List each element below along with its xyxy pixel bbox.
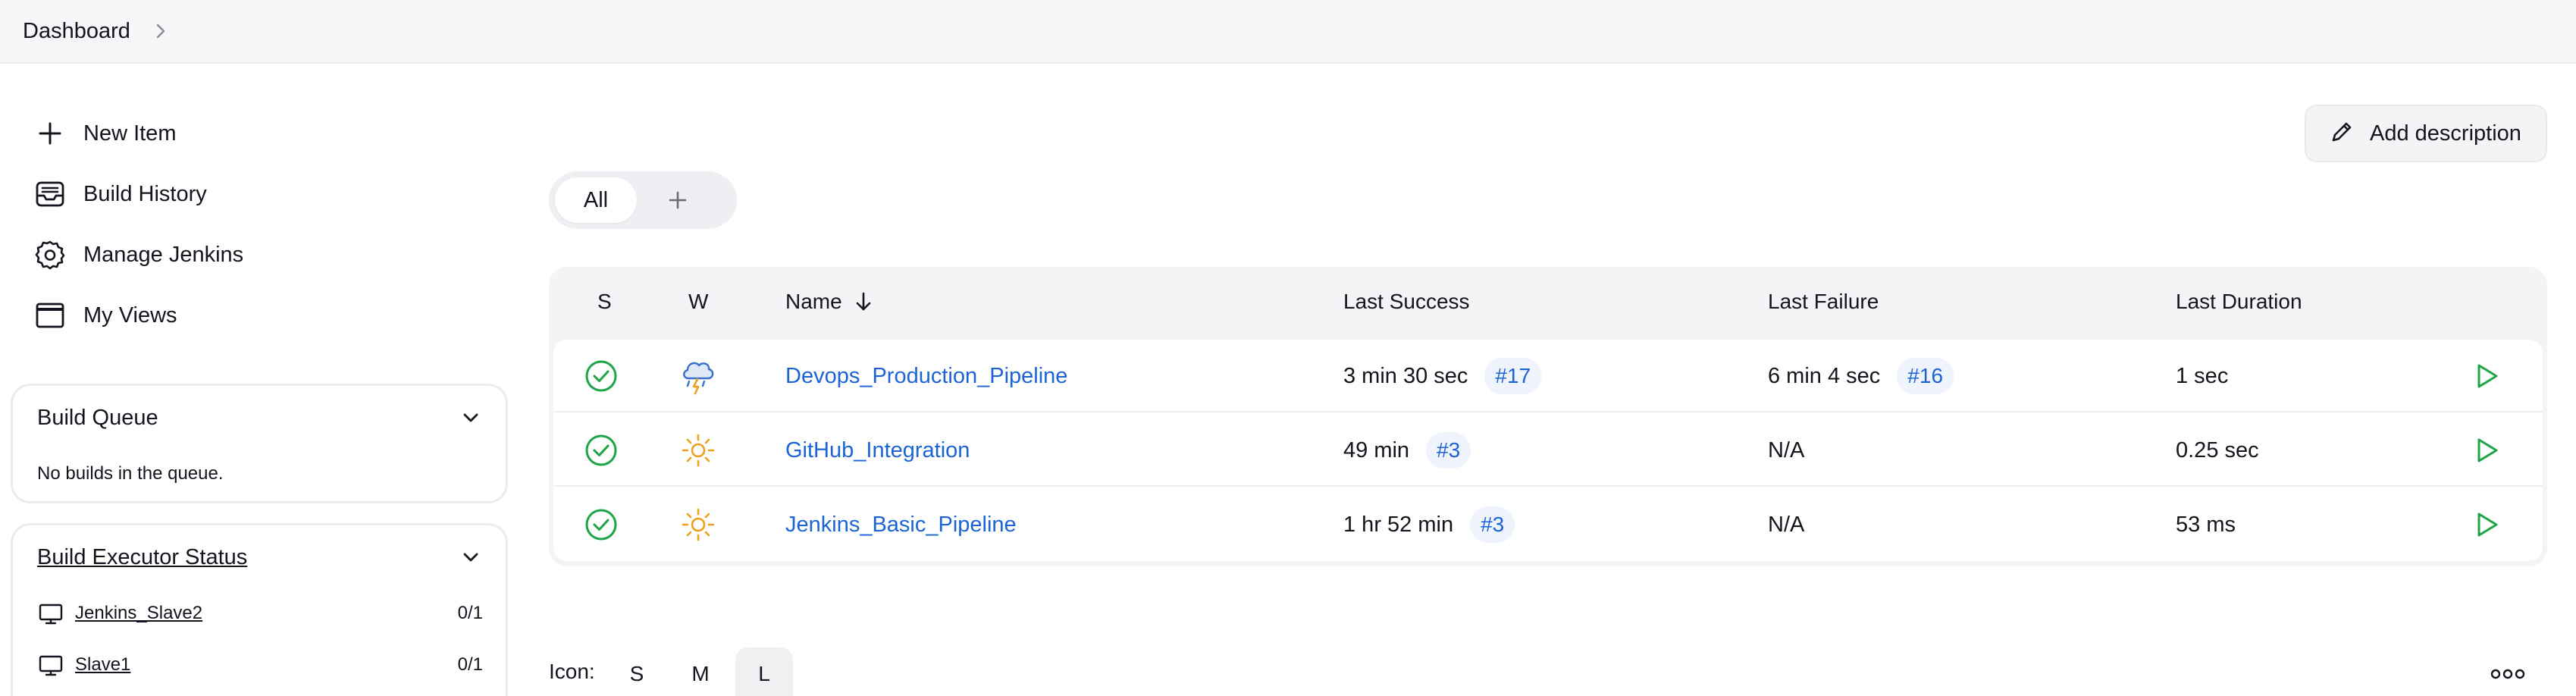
gear-icon xyxy=(33,238,67,271)
last-failure-time: N/A xyxy=(1768,512,1805,537)
sunny-icon xyxy=(681,488,716,561)
executor-row: Slave1 0/1 xyxy=(37,650,483,680)
pencil-icon xyxy=(2329,119,2355,149)
last-failure-time: 6 min 4 sec xyxy=(1768,363,1881,388)
jobs-table-body: Devops_Production_Pipeline 3 min 30 sec … xyxy=(553,340,2543,561)
computer-icon xyxy=(37,651,64,679)
header-last-duration[interactable]: Last Duration xyxy=(2176,290,2302,314)
job-link[interactable]: GitHub_Integration xyxy=(785,438,970,463)
task-manage-jenkins[interactable]: Manage Jenkins xyxy=(33,234,243,276)
task-label: My Views xyxy=(83,303,177,328)
last-success-time: 49 min xyxy=(1343,437,1410,462)
build-queue-empty-text: No builds in the queue. xyxy=(37,463,224,484)
header-name-label: Name xyxy=(785,290,842,313)
window-icon xyxy=(33,299,67,332)
executor-row: Jenkins_Slave2 0/1 xyxy=(37,598,483,629)
run-build-button[interactable] xyxy=(2471,488,2502,561)
job-link[interactable]: Jenkins_Basic_Pipeline xyxy=(785,513,1017,538)
last-success-time: 1 hr 52 min xyxy=(1343,512,1454,537)
play-icon xyxy=(2477,438,2498,462)
computer-icon xyxy=(37,600,64,627)
run-build-button[interactable] xyxy=(2471,340,2502,412)
table-row: Devops_Production_Pipeline 3 min 30 sec … xyxy=(553,340,2543,412)
add-view-icon[interactable] xyxy=(664,187,691,214)
build-queue-title: Build Queue xyxy=(37,406,158,430)
icon-size-label: Icon: xyxy=(549,660,595,683)
header-weather[interactable]: W xyxy=(688,290,708,314)
build-number-link[interactable]: #16 xyxy=(1897,358,1954,394)
header-status[interactable]: S xyxy=(597,290,612,314)
chevron-down-icon[interactable] xyxy=(459,406,483,430)
task-label: New Item xyxy=(83,121,177,146)
job-link[interactable]: Devops_Production_Pipeline xyxy=(785,364,1067,389)
table-row: Jenkins_Basic_Pipeline 1 hr 52 min #3 N/… xyxy=(553,488,2543,561)
executor-count: 0/1 xyxy=(457,654,483,675)
sunny-icon xyxy=(681,414,716,487)
plus-icon xyxy=(33,117,67,150)
inbox-icon xyxy=(33,177,67,211)
last-success-time: 3 min 30 sec xyxy=(1343,363,1468,388)
task-new-item[interactable]: New Item xyxy=(33,112,176,155)
executor-node-link[interactable]: Jenkins_Slave2 xyxy=(75,603,202,624)
view-tabs: All xyxy=(549,171,737,229)
last-duration: 0.25 sec xyxy=(2176,437,2259,462)
add-description-button[interactable]: Add description xyxy=(2305,105,2547,162)
status-success-icon xyxy=(584,414,619,487)
arrow-down-icon xyxy=(856,292,871,311)
thunderstorm-icon xyxy=(679,340,717,412)
icon-size-large[interactable]: L xyxy=(735,647,793,696)
build-executor-title[interactable]: Build Executor Status xyxy=(37,545,247,570)
executor-count: 0/1 xyxy=(457,603,483,623)
chevron-down-icon[interactable] xyxy=(459,545,483,569)
breadcrumb-bar: Dashboard xyxy=(0,0,2576,64)
status-success-icon xyxy=(584,488,619,561)
task-my-views[interactable]: My Views xyxy=(33,294,177,337)
more-options-icon[interactable] xyxy=(2490,664,2526,684)
play-icon xyxy=(2477,364,2498,388)
table-row: GitHub_Integration 49 min #3 N/A 0.25 se… xyxy=(553,414,2543,487)
build-executor-panel: Build Executor Status Jenkins_Slave2 0/1… xyxy=(11,523,508,696)
last-duration: 1 sec xyxy=(2176,363,2229,388)
status-success-icon xyxy=(584,340,619,412)
breadcrumb-dashboard[interactable]: Dashboard xyxy=(23,19,130,44)
executor-node-link[interactable]: Slave1 xyxy=(75,654,130,676)
last-duration: 53 ms xyxy=(2176,512,2236,537)
header-name[interactable]: Name xyxy=(785,290,873,314)
build-number-link[interactable]: #3 xyxy=(1470,506,1515,543)
build-queue-panel: Build Queue No builds in the queue. xyxy=(11,384,508,503)
build-number-link[interactable]: #3 xyxy=(1426,432,1471,469)
header-last-failure[interactable]: Last Failure xyxy=(1768,290,1879,314)
last-failure-time: N/A xyxy=(1768,437,1805,462)
add-description-label: Add description xyxy=(2370,121,2521,146)
build-number-link[interactable]: #17 xyxy=(1484,358,1542,394)
icon-size-selector: Icon: xyxy=(549,647,595,696)
icon-size-small[interactable]: S xyxy=(608,647,666,696)
task-label: Build History xyxy=(83,181,207,206)
chevron-right-icon[interactable] xyxy=(150,20,171,42)
icon-size-medium[interactable]: M xyxy=(672,647,729,696)
task-build-history[interactable]: Build History xyxy=(33,173,207,215)
task-label: Manage Jenkins xyxy=(83,242,244,267)
play-icon xyxy=(2477,513,2498,537)
tab-all[interactable]: All xyxy=(555,177,637,223)
header-last-success[interactable]: Last Success xyxy=(1343,290,1470,314)
run-build-button[interactable] xyxy=(2471,414,2502,487)
